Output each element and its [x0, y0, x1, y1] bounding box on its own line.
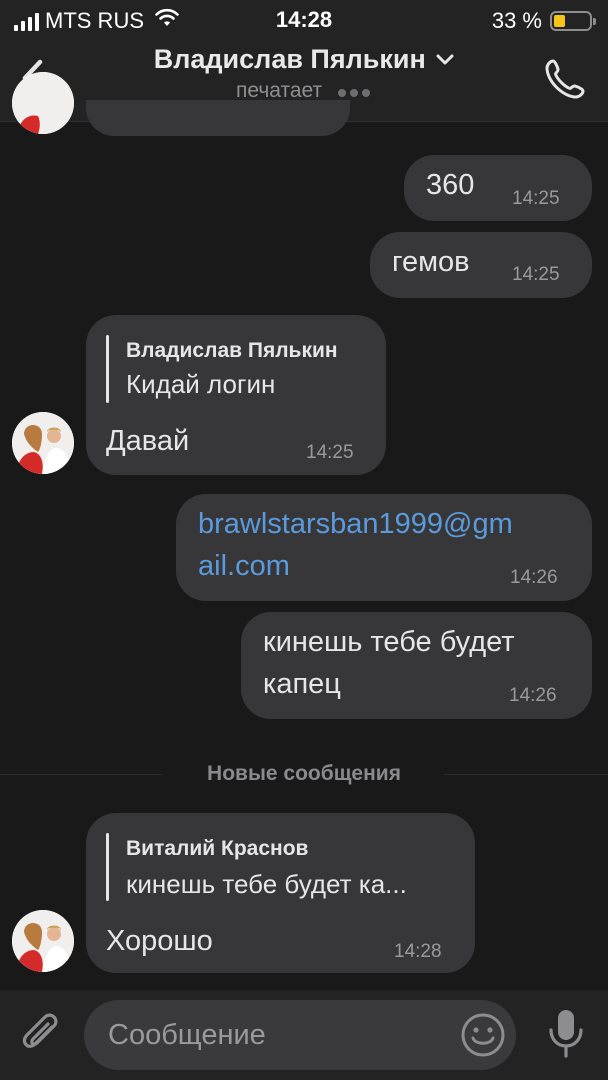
reply-quote-bar	[106, 833, 109, 901]
chat-title[interactable]: Владислав Пялькин	[154, 44, 426, 75]
message-bubble-cropped	[86, 100, 350, 136]
message-link-email[interactable]: brawlstarsban1999@gm	[198, 508, 513, 541]
message-time: 14:26	[509, 685, 557, 706]
attach-button[interactable]	[18, 1012, 64, 1058]
message-time: 14:25	[512, 264, 560, 285]
composer-bar	[0, 990, 608, 1080]
avatar[interactable]	[12, 910, 74, 972]
message-text: Давай	[106, 425, 190, 457]
voice-button[interactable]	[544, 1008, 588, 1060]
reply-author: Виталий Краснов	[126, 837, 309, 860]
chevron-down-icon[interactable]	[436, 54, 454, 66]
status-bar: MTS RUS 14:28 33 %	[0, 0, 608, 40]
microphone-icon	[549, 1010, 583, 1058]
phone-icon	[545, 59, 585, 99]
message-bubble-outgoing[interactable]: гемов 14:25	[370, 232, 592, 298]
message-text: кинешь тебе будет	[263, 626, 515, 658]
message-text: 360	[426, 169, 475, 201]
message-bubble-incoming[interactable]: Виталий Краснов кинешь тебе будет ка... …	[86, 813, 475, 973]
message-time: 14:25	[306, 442, 354, 463]
reply-author: Владислав Пялькин	[126, 339, 338, 362]
message-bubble-outgoing[interactable]: brawlstarsban1999@gm ail.com 14:26	[176, 494, 592, 601]
battery-icon	[550, 11, 596, 31]
message-link-email-continued[interactable]: ail.com	[198, 550, 290, 583]
reply-quote-bar	[106, 335, 109, 403]
avatar[interactable]	[12, 412, 74, 474]
message-time: 14:26	[510, 567, 558, 588]
status-right: 33 %	[491, 8, 596, 34]
emoji-button[interactable]	[458, 1012, 508, 1058]
message-text: гемов	[392, 246, 470, 278]
message-bubble-outgoing[interactable]: кинешь тебе будет капец 14:26	[241, 612, 592, 719]
reply-text: Кидай логин	[126, 369, 276, 399]
typing-label: печатает	[235, 79, 323, 102]
message-time: 14:25	[512, 188, 560, 209]
reply-text: кинешь тебе будет ка...	[126, 869, 407, 899]
paperclip-icon	[22, 1013, 58, 1048]
chat-screen: MTS RUS 14:28 33 % Владислав Пялькин печ…	[0, 0, 608, 1080]
chat-title-area[interactable]: Владислав Пялькин печатает	[100, 44, 508, 103]
avatar-cropped	[12, 72, 74, 134]
message-text: Хорошо	[106, 925, 213, 957]
message-input[interactable]	[84, 1000, 516, 1070]
battery-fill	[554, 15, 566, 27]
call-button[interactable]	[540, 56, 590, 102]
message-text-continued: капец	[263, 668, 341, 700]
emoji-icon	[461, 1013, 505, 1057]
message-bubble-outgoing[interactable]: 360 14:25	[404, 155, 592, 221]
new-messages-divider: Новые сообщения	[207, 762, 401, 785]
battery-percent: 33 %	[491, 8, 542, 33]
message-time: 14:28	[394, 941, 442, 962]
message-bubble-incoming[interactable]: Владислав Пялькин Кидай логин Давай 14:2…	[86, 315, 386, 475]
